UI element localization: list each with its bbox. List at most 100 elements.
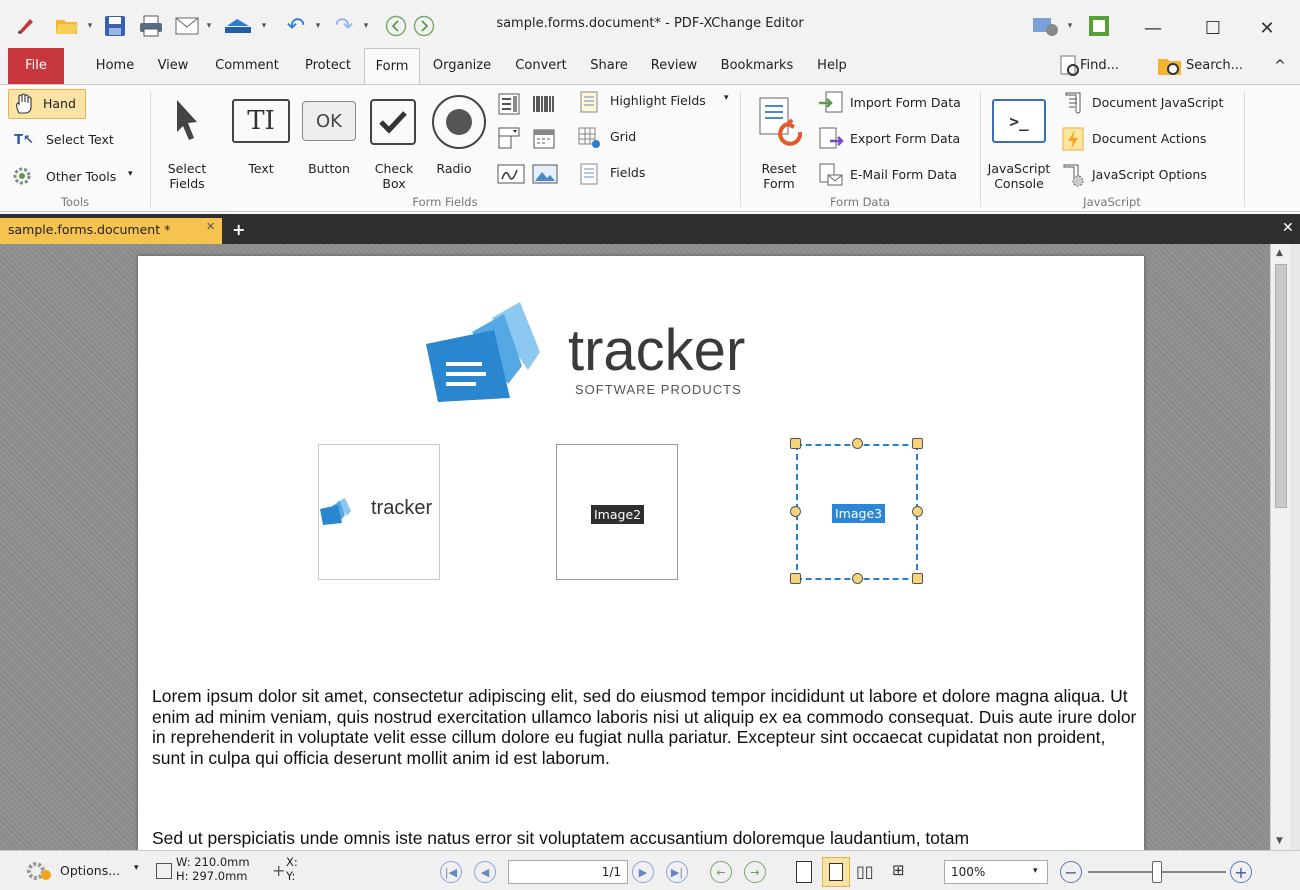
close-button[interactable]: ✕ <box>1244 10 1290 46</box>
zoom-in-icon[interactable]: + <box>1230 861 1252 883</box>
scroll-down-icon[interactable]: ▼ <box>1276 836 1283 846</box>
image3-field-selected[interactable]: Image3 <box>796 444 918 580</box>
tab-protect[interactable]: Protect <box>296 48 360 84</box>
select-fields-button[interactable]: Select Fields <box>158 91 216 191</box>
page-number-input[interactable]: 1/1 <box>508 860 628 884</box>
email-form-data-button[interactable]: E-Mail Form Data <box>818 163 978 189</box>
form-data-group-label: Form Data <box>829 195 891 209</box>
scroll-up-icon[interactable]: ▲ <box>1276 248 1283 258</box>
document-actions-button[interactable]: Document Actions <box>1060 127 1240 153</box>
javascript-console-button[interactable]: >_ JavaScript Console <box>984 91 1054 191</box>
radio-button[interactable]: Radio <box>428 91 490 191</box>
minimize-button[interactable]: — <box>1130 10 1176 46</box>
next-page-icon[interactable]: ▶ <box>632 861 654 883</box>
continuous-facing-icon[interactable]: ⊞ <box>892 861 922 883</box>
image2-field[interactable]: Image2 <box>556 444 678 580</box>
image1-field[interactable]: tracker <box>318 444 440 580</box>
tab-organize[interactable]: Organize <box>426 48 498 84</box>
select-text-button[interactable]: T↖ Select Text <box>10 129 120 151</box>
resize-handle[interactable] <box>912 438 923 449</box>
tab-bookmarks[interactable]: Bookmarks <box>710 48 804 84</box>
document-javascript-button[interactable]: Document JavaScript <box>1060 91 1240 117</box>
highlight-fields-button[interactable]: Highlight Fields ▾ <box>578 89 738 115</box>
javascript-console-label-1: JavaScript <box>987 161 1051 176</box>
maximize-button[interactable]: ☐ <box>1190 10 1236 46</box>
ok-button-icon: OK <box>302 101 356 141</box>
tab-home[interactable]: Home <box>84 48 146 84</box>
tab-form[interactable]: Form <box>364 48 420 85</box>
other-tools-dropdown-icon: ▾ <box>128 169 133 179</box>
document-tab[interactable]: sample.forms.document * ✕ <box>0 218 222 244</box>
image-field-icon[interactable] <box>530 161 560 187</box>
collapse-ribbon-icon[interactable]: ^ <box>1270 48 1290 84</box>
resize-handle[interactable] <box>852 438 863 449</box>
ribbon: Hand T↖ Select Text Other Tools ▾ Tools … <box>0 84 1300 212</box>
ui-options-dropdown-icon[interactable]: ▾ <box>1064 12 1076 40</box>
radio-label: Radio <box>436 161 472 176</box>
fields-label: Fields <box>610 165 646 180</box>
vertical-scrollbar[interactable]: ▲ ▼ <box>1270 244 1290 850</box>
date-field-icon[interactable] <box>530 125 558 151</box>
select-text-label: Select Text <box>46 132 114 147</box>
fullscreen-icon[interactable] <box>1086 12 1112 40</box>
check-box-button[interactable]: Check Box <box>366 91 422 191</box>
page-width: W: 210.0mm <box>176 855 250 869</box>
find-button[interactable]: Find... <box>1080 48 1132 84</box>
options-dropdown-icon[interactable]: ▾ <box>134 863 139 873</box>
resize-handle[interactable] <box>912 573 923 584</box>
tab-view[interactable]: View <box>148 48 198 84</box>
new-tab-icon[interactable]: + <box>232 220 245 239</box>
grid-button[interactable]: Grid <box>578 125 658 151</box>
previous-view-icon[interactable]: ← <box>710 861 732 883</box>
resize-handle[interactable] <box>790 506 801 517</box>
close-all-tabs-icon[interactable]: ✕ <box>1282 220 1294 236</box>
check-box-icon <box>370 99 416 145</box>
tab-file[interactable]: File <box>8 48 64 84</box>
reset-form-button[interactable]: Reset Form <box>748 91 810 191</box>
single-page-icon[interactable] <box>796 861 812 883</box>
continuous-page-icon[interactable] <box>822 857 850 887</box>
javascript-options-label: JavaScript Options <box>1092 167 1207 182</box>
form-fields-group-label: Form Fields <box>412 195 478 209</box>
import-form-data-button[interactable]: Import Form Data <box>818 91 978 117</box>
group-divider <box>150 91 151 207</box>
resize-handle[interactable] <box>790 573 801 584</box>
image2-label: Image2 <box>591 505 645 524</box>
tab-help[interactable]: Help <box>808 48 856 84</box>
tab-share[interactable]: Share <box>582 48 636 84</box>
signature-field-icon[interactable] <box>496 161 526 187</box>
search-button[interactable]: Search... <box>1186 48 1256 84</box>
zoom-slider-thumb[interactable] <box>1152 861 1162 883</box>
combo-box-icon[interactable] <box>496 125 522 151</box>
tab-convert[interactable]: Convert <box>506 48 576 84</box>
zoom-out-icon[interactable]: − <box>1060 861 1082 883</box>
document-tab-label: sample.forms.document * <box>8 222 171 237</box>
fields-button[interactable]: Fields <box>578 161 658 187</box>
zoom-select[interactable]: 100% ▾ <box>944 860 1048 884</box>
ui-options-icon[interactable] <box>1028 12 1062 40</box>
tab-review[interactable]: Review <box>642 48 706 84</box>
javascript-options-button[interactable]: JavaScript Options <box>1060 163 1240 189</box>
button-field-button[interactable]: OK Button <box>298 91 360 191</box>
resize-handle[interactable] <box>912 506 923 517</box>
reset-form-label-1: Reset <box>761 161 797 176</box>
export-form-data-button[interactable]: Export Form Data <box>818 127 978 153</box>
options-button[interactable]: Options... <box>60 863 120 878</box>
scrollbar-thumb[interactable] <box>1275 264 1287 508</box>
previous-page-icon[interactable]: ◀ <box>474 861 496 883</box>
other-tools-button[interactable]: Other Tools ▾ <box>10 165 140 189</box>
text-field-button[interactable]: TI Text <box>228 91 294 191</box>
tab-comment[interactable]: Comment <box>204 48 290 84</box>
barcode-icon[interactable] <box>530 91 558 117</box>
last-page-icon[interactable]: ▶| <box>666 861 688 883</box>
hand-tool-button[interactable]: Hand <box>8 89 86 119</box>
page-size-icon <box>156 863 172 879</box>
facing-pages-icon[interactable]: ▯▯ <box>856 862 886 882</box>
first-page-icon[interactable]: |◀ <box>440 861 462 883</box>
next-view-icon[interactable]: → <box>744 861 766 883</box>
group-divider <box>740 91 741 207</box>
resize-handle[interactable] <box>790 438 801 449</box>
list-box-icon[interactable] <box>496 91 522 117</box>
resize-handle[interactable] <box>852 573 863 584</box>
close-tab-icon[interactable]: ✕ <box>206 220 215 233</box>
